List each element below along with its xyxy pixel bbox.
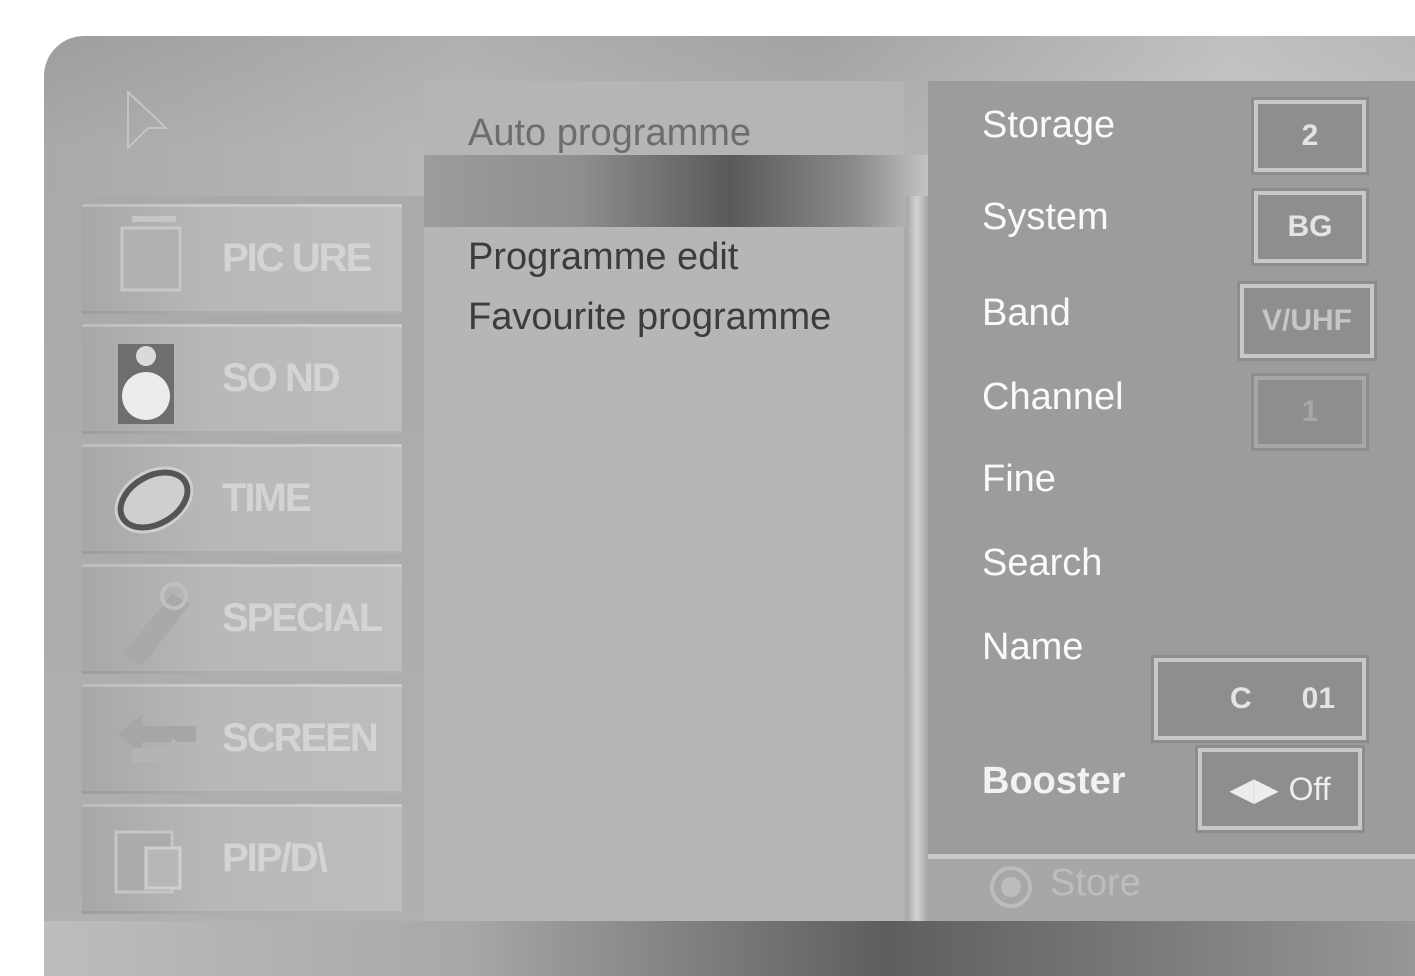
storage-label: Storage [982, 104, 1116, 146]
category-picture[interactable]: PIC URE [82, 204, 402, 314]
name-label: Name [982, 626, 1084, 668]
system-value-box[interactable]: BG [1254, 191, 1366, 263]
category-special[interactable]: SPECIAL [82, 564, 402, 674]
sound-icon [118, 344, 174, 424]
pip-icon [114, 830, 182, 894]
category-label: TIME [222, 476, 312, 520]
name-value-prefix: C [1230, 682, 1252, 715]
screen-icon [118, 714, 196, 772]
name-value-number: 01 [1301, 682, 1336, 715]
booster-value: Off [1288, 770, 1331, 807]
name-value-box[interactable]: C 01 [1154, 658, 1366, 740]
category-label: SCREEN [222, 716, 379, 760]
panel-divider [906, 196, 928, 976]
channel-value: 1 [1301, 395, 1319, 428]
store-label[interactable]: Store [1050, 862, 1141, 905]
time-icon [114, 466, 194, 534]
category-time[interactable]: TIME [82, 444, 402, 554]
system-value: BG [1287, 210, 1333, 243]
category-pip[interactable]: PIP/D\ [82, 804, 402, 914]
submenu-item-favourite-programme[interactable]: Favourite programme [468, 296, 831, 339]
category-label: PIP/D\ [222, 836, 328, 880]
left-right-arrows-icon[interactable]: ◀▶ [1229, 770, 1278, 808]
pointer-icon [127, 90, 169, 150]
channel-label: Channel [982, 376, 1124, 418]
channel-value-box[interactable]: 1 [1254, 376, 1366, 448]
booster-value-box[interactable]: ◀▶ Off [1198, 748, 1362, 830]
band-value-box[interactable]: V/UHF [1240, 284, 1374, 358]
category-screen[interactable]: SCREEN [82, 684, 402, 794]
storage-value-box[interactable]: 2 [1254, 100, 1366, 172]
booster-label: Booster [982, 760, 1126, 802]
search-label[interactable]: Search [982, 542, 1102, 585]
submenu-item-auto-programme[interactable]: Auto programme [468, 112, 751, 155]
band-value: V/UHF [1262, 304, 1352, 337]
system-label: System [982, 196, 1109, 238]
category-label: PIC URE [222, 236, 372, 280]
submenu-highlight-band [424, 155, 934, 227]
fine-label[interactable]: Fine [982, 458, 1056, 501]
storage-value: 2 [1301, 119, 1319, 152]
category-label: SPECIAL [222, 596, 383, 640]
picture-icon [120, 216, 182, 292]
special-icon [122, 582, 190, 664]
category-sound[interactable]: SO ND [82, 324, 402, 434]
category-label: SO ND [222, 356, 341, 400]
bottom-strip [44, 921, 1415, 976]
band-label: Band [982, 292, 1071, 334]
ok-button-icon [990, 866, 1032, 908]
submenu-item-programme-edit[interactable]: Programme edit [468, 236, 738, 279]
osd-menu-frame: PIC URE SO ND TIME SPECIAL SCREEN PIP/D\… [44, 36, 1415, 976]
